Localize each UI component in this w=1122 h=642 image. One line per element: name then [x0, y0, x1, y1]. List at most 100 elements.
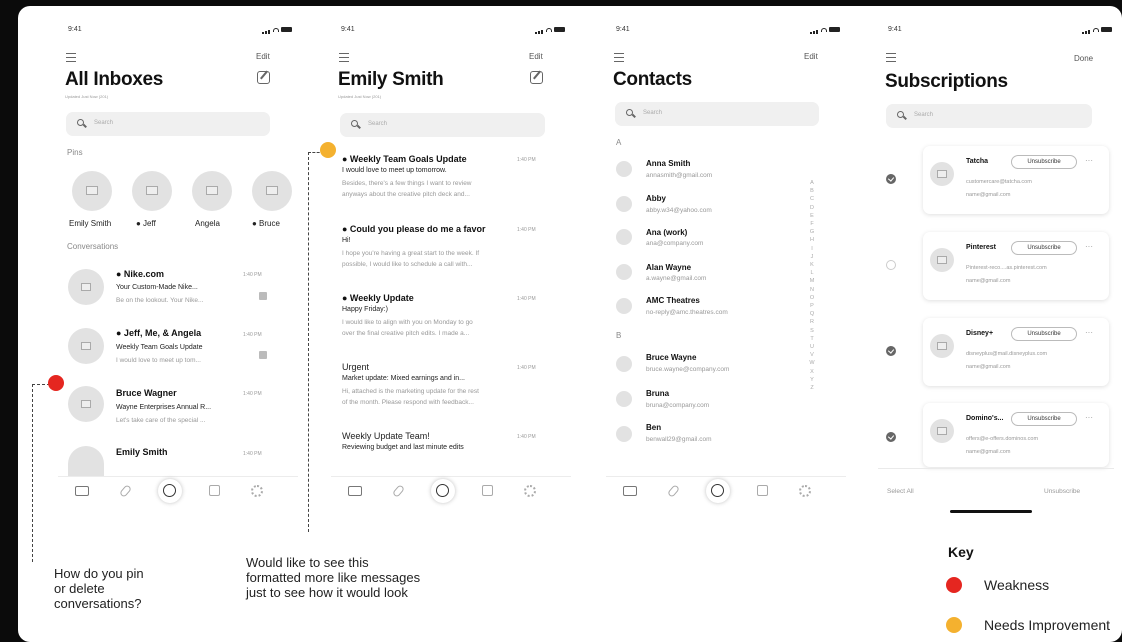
subscription-from: disneyplus@mail.disneyplus.com — [966, 351, 1048, 357]
settings-tab-icon[interactable] — [799, 485, 811, 497]
alphabet-index-letter[interactable]: F — [808, 220, 816, 228]
menu-icon[interactable] — [66, 53, 76, 65]
unsubscribe-button[interactable]: Unsubscribe — [1011, 327, 1077, 341]
selected-checkbox[interactable] — [886, 346, 896, 356]
pin-avatar[interactable] — [252, 171, 292, 211]
image-placeholder-icon — [86, 186, 98, 195]
menu-icon[interactable] — [614, 53, 624, 65]
unselected-checkbox[interactable] — [886, 260, 896, 270]
status-time: 9:41 — [616, 26, 630, 33]
menu-icon[interactable] — [886, 53, 896, 65]
alphabet-index[interactable]: ABCDEFGHIJKLMNOPQRSTUVWXYZ — [808, 179, 816, 392]
alphabet-index-letter[interactable]: O — [808, 294, 816, 302]
unsubscribe-button[interactable]: Unsubscribe — [1011, 241, 1077, 255]
alphabet-index-letter[interactable]: I — [808, 245, 816, 253]
more-icon[interactable]: ··· — [1085, 328, 1093, 337]
attachment-tab-icon[interactable] — [118, 484, 133, 498]
alphabet-index-letter[interactable]: B — [808, 187, 816, 195]
alphabet-index-letter[interactable]: A — [808, 179, 816, 187]
inbox-tab-icon[interactable] — [348, 486, 362, 496]
alphabet-index-letter[interactable]: Y — [808, 376, 816, 384]
alphabet-index-letter[interactable]: U — [808, 343, 816, 351]
contact-email: no-reply@amc.theatres.com — [646, 309, 728, 316]
search-input[interactable]: Search — [66, 112, 270, 136]
screen-subscriptions: 9:41 Done Subscriptions Search Tatcha Un… — [878, 6, 1118, 526]
annotation-line: conversations? — [54, 596, 142, 611]
alphabet-index-letter[interactable]: W — [808, 359, 816, 367]
signal-wifi-battery-icon — [535, 27, 565, 34]
conversation-sender: ● Jeff, Me, & Angela — [116, 328, 202, 338]
conversation-subject: Wayne Enterprises Annual R... — [116, 404, 212, 411]
home-indicator — [950, 510, 1032, 513]
alphabet-index-letter[interactable]: J — [808, 253, 816, 261]
alphabet-index-letter[interactable]: D — [808, 204, 816, 212]
alphabet-index-letter[interactable]: Z — [808, 384, 816, 392]
select-all-button[interactable]: Select All — [887, 488, 914, 495]
snooze-tab-icon[interactable] — [482, 485, 493, 496]
inbox-tab-icon[interactable] — [75, 486, 89, 496]
unsubscribe-button[interactable]: Unsubscribe — [1011, 412, 1077, 426]
message-subject: ● Could you please do me a favor — [342, 224, 486, 234]
home-tab-icon[interactable] — [158, 479, 182, 503]
alphabet-index-letter[interactable]: G — [808, 228, 816, 236]
alphabet-index-letter[interactable]: T — [808, 335, 816, 343]
pin-avatar[interactable] — [132, 171, 172, 211]
alphabet-index-letter[interactable]: V — [808, 351, 816, 359]
avatar — [616, 229, 632, 245]
home-tab-icon[interactable] — [706, 479, 730, 503]
unsubscribe-button[interactable]: Unsubscribe — [1011, 155, 1077, 169]
snooze-tab-icon[interactable] — [209, 485, 220, 496]
edit-button[interactable]: Edit — [256, 52, 270, 61]
alphabet-index-letter[interactable]: R — [808, 318, 816, 326]
pin-avatar[interactable] — [72, 171, 112, 211]
alphabet-index-letter[interactable]: S — [808, 327, 816, 335]
group-icon — [81, 342, 91, 350]
selected-checkbox[interactable] — [886, 432, 896, 442]
conversation-subject: Weekly Team Goals Update — [116, 344, 203, 351]
more-icon[interactable]: ··· — [1085, 156, 1093, 165]
more-icon[interactable]: ··· — [1085, 413, 1093, 422]
attachment-tab-icon[interactable] — [391, 484, 406, 498]
attachment-tab-icon[interactable] — [666, 484, 681, 498]
alphabet-index-letter[interactable]: M — [808, 277, 816, 285]
search-input[interactable]: Search — [615, 102, 819, 126]
message-time: 1:40 PM — [517, 157, 536, 163]
search-input[interactable]: Search — [886, 104, 1092, 128]
alphabet-index-letter[interactable]: C — [808, 195, 816, 203]
subscription-card: Pinterest Unsubscribe ··· Pinterest-reco… — [923, 232, 1109, 300]
message-preview: I hope you're having a great start to th… — [342, 250, 480, 257]
alphabet-index-letter[interactable]: P — [808, 302, 816, 310]
home-tab-icon[interactable] — [431, 479, 455, 503]
updated-status: Updated Just Now (201) — [338, 94, 382, 99]
compose-icon[interactable] — [257, 71, 270, 84]
menu-icon[interactable] — [339, 53, 349, 65]
search-input[interactable]: Search — [340, 113, 545, 137]
alphabet-index-letter[interactable]: E — [808, 212, 816, 220]
snooze-tab-icon[interactable] — [757, 485, 768, 496]
contact-email: abby.w34@yahoo.com — [646, 207, 712, 214]
subscription-card: Disney+ Unsubscribe ··· disneyplus@mail.… — [923, 318, 1109, 386]
settings-tab-icon[interactable] — [251, 485, 263, 497]
alphabet-index-letter[interactable]: H — [808, 236, 816, 244]
pin-avatar[interactable] — [192, 171, 232, 211]
more-icon[interactable]: ··· — [1085, 242, 1093, 251]
avatar — [616, 356, 632, 372]
alphabet-index-letter[interactable]: X — [808, 368, 816, 376]
message-time: 1:40 PM — [517, 434, 536, 440]
edit-button[interactable]: Edit — [529, 52, 543, 61]
alphabet-index-letter[interactable]: L — [808, 269, 816, 277]
image-placeholder-icon — [81, 283, 91, 291]
inbox-tab-icon[interactable] — [623, 486, 637, 496]
edit-button[interactable]: Edit — [804, 52, 818, 61]
alphabet-index-letter[interactable]: K — [808, 261, 816, 269]
compose-icon[interactable] — [530, 71, 543, 84]
image-placeholder-icon — [206, 186, 218, 195]
selected-checkbox[interactable] — [886, 174, 896, 184]
unsubscribe-all-button[interactable]: Unsubscribe — [1044, 488, 1080, 495]
settings-tab-icon[interactable] — [524, 485, 536, 497]
alphabet-index-letter[interactable]: N — [808, 286, 816, 294]
done-button[interactable]: Done — [1074, 54, 1093, 63]
section-header-b: B — [616, 331, 622, 340]
alphabet-index-letter[interactable]: Q — [808, 310, 816, 318]
subscription-card: Tatcha Unsubscribe ··· customercare@tatc… — [923, 146, 1109, 214]
